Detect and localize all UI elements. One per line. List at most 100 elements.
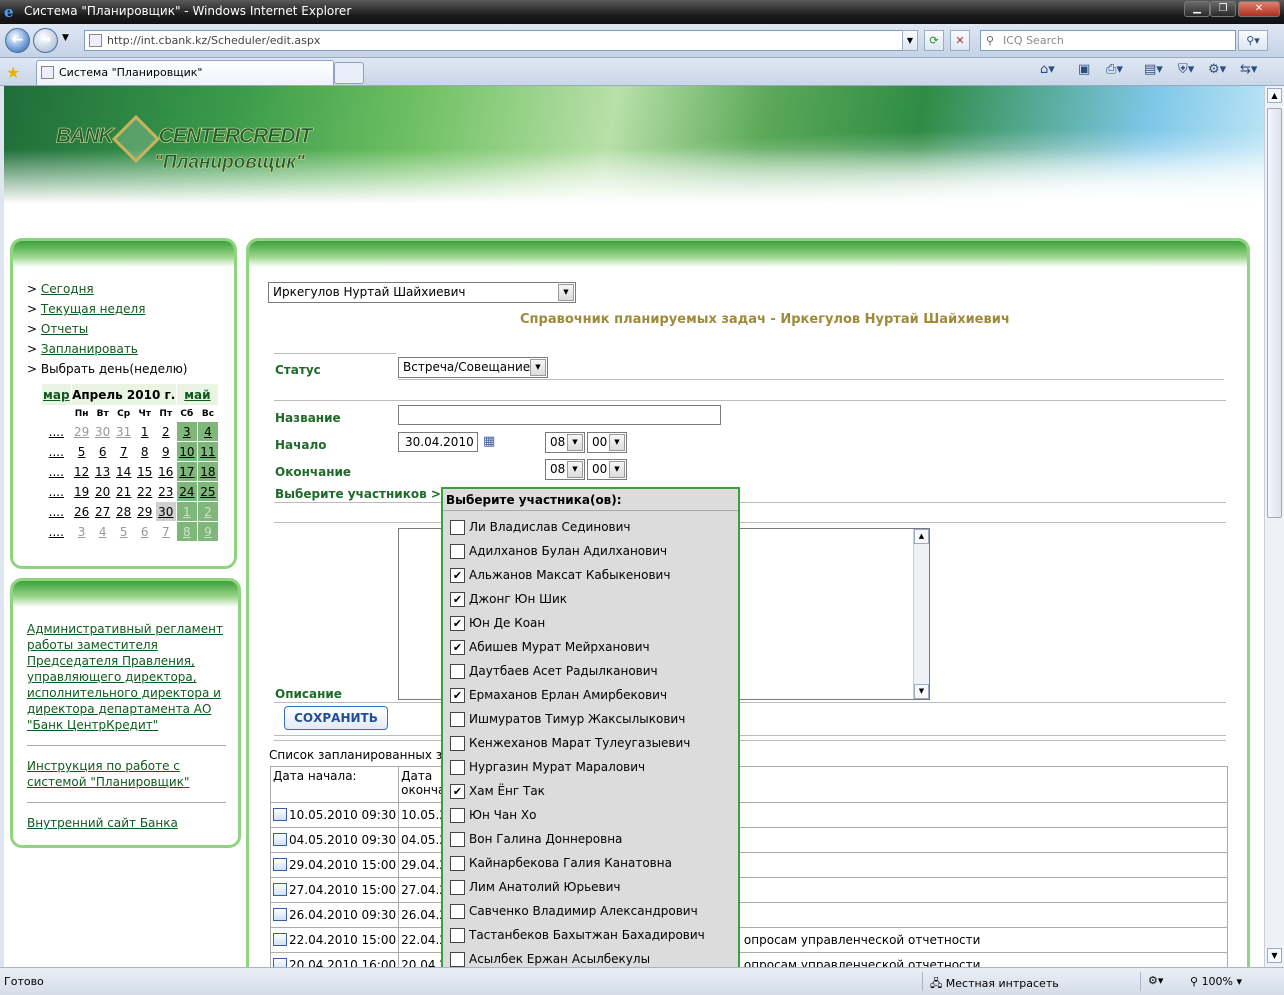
calendar-day[interactable]: 7	[112, 441, 135, 462]
calendar-icon[interactable]: ▦	[483, 434, 495, 449]
calendar-day[interactable]: 29	[70, 421, 93, 442]
calendar-day[interactable]: 9	[196, 521, 220, 542]
participant-item[interactable]: Асылбек Ержан Асылбекулы	[443, 947, 738, 967]
history-dropdown-icon[interactable]: ▼	[62, 33, 69, 43]
calendar-day[interactable]: 24	[175, 481, 198, 502]
participant-checkbox[interactable]: ✔	[450, 688, 465, 703]
participant-item[interactable]: ✔ Абишев Мурат Мейрханович	[443, 635, 738, 659]
calendar-week-link[interactable]: ....	[41, 521, 72, 542]
calendar-day[interactable]: 4	[91, 521, 114, 542]
refresh-icon[interactable]: ⟳	[924, 30, 944, 51]
edit-icon[interactable]	[273, 933, 287, 946]
edit-icon[interactable]	[273, 908, 287, 921]
participant-item[interactable]: ✔ Хам Ёнг Так	[443, 779, 738, 803]
participant-checkbox[interactable]: ✔	[450, 784, 465, 799]
calendar-day[interactable]: 10	[175, 441, 198, 462]
participant-checkbox[interactable]	[450, 952, 465, 967]
calendar-week-link[interactable]: ....	[41, 481, 72, 502]
participant-item[interactable]: Юн Чан Хо	[443, 803, 738, 827]
page-menu-icon[interactable]: ▤▾	[1144, 62, 1163, 82]
page-scrollbar[interactable]: ▲ ▼	[1264, 86, 1284, 967]
participant-checkbox[interactable]: ✔	[450, 640, 465, 655]
scroll-down-icon[interactable]: ▼	[1267, 948, 1282, 963]
nav-link-plan[interactable]: Запланировать	[41, 342, 138, 356]
participant-item[interactable]: Кенжеханов Марат Тулеугазыевич	[443, 731, 738, 755]
search-input[interactable]: ⚲ ICQ Search	[980, 30, 1236, 51]
new-tab-button[interactable]	[334, 62, 364, 84]
maximize-button[interactable]: ❐	[1210, 1, 1236, 17]
scroll-up-icon[interactable]: ▲	[914, 529, 929, 544]
start-hour-select[interactable]: 08 ▼	[545, 432, 585, 453]
calendar-day[interactable]: 2	[196, 501, 220, 522]
calendar-day[interactable]: 23	[154, 481, 177, 502]
participant-checkbox[interactable]	[450, 832, 465, 847]
calendar-day[interactable]: 8	[175, 521, 198, 542]
scroll-down-icon[interactable]: ▼	[914, 684, 929, 699]
save-button[interactable]: СОХРАНИТЬ	[284, 706, 388, 730]
link-instruction[interactable]: Инструкция по работе с системой "Планиро…	[27, 758, 226, 790]
participant-item[interactable]: Нургазин Мурат Маралович	[443, 755, 738, 779]
favorites-star-icon[interactable]: ★	[6, 63, 20, 82]
calendar-day[interactable]: 25	[196, 481, 220, 502]
participant-checkbox[interactable]	[450, 664, 465, 679]
calendar-day[interactable]: 6	[133, 521, 156, 542]
participant-checkbox[interactable]	[450, 520, 465, 535]
calendar-day[interactable]: 16	[154, 461, 177, 482]
participant-checkbox[interactable]	[450, 712, 465, 727]
search-go-icon[interactable]: ⚲▾	[1238, 30, 1268, 51]
participants-toggle[interactable]: Выберите участников >>	[275, 487, 451, 501]
calendar-day[interactable]: 20	[91, 481, 114, 502]
calendar-week-link[interactable]: ....	[41, 461, 72, 482]
textarea-scrollbar[interactable]: ▲ ▼	[913, 529, 929, 699]
calendar-day[interactable]: 18	[196, 461, 220, 482]
participant-item[interactable]: Вон Галина Доннеровна	[443, 827, 738, 851]
participant-checkbox[interactable]: ✔	[450, 568, 465, 583]
calendar-day[interactable]: 9	[154, 441, 177, 462]
participant-checkbox[interactable]	[450, 856, 465, 871]
calendar-day[interactable]: 29	[133, 501, 156, 522]
status-select[interactable]: Встреча/Совещание ▼	[398, 357, 548, 378]
participant-item[interactable]: Адилханов Булан Адилханович	[443, 539, 738, 563]
tab-scheduler[interactable]: Система "Планировщик"	[36, 60, 334, 85]
edit-icon[interactable]	[273, 858, 287, 871]
calendar-week-link[interactable]: ....	[41, 501, 72, 522]
calendar-day[interactable]: 5	[112, 521, 135, 542]
calendar-week-link[interactable]: ....	[41, 421, 72, 442]
calendar-day[interactable]: 7	[154, 521, 177, 542]
start-date-input[interactable]: 30.04.2010	[398, 432, 478, 452]
zoom-control[interactable]: ⚲ 100% ▾	[1190, 975, 1242, 988]
edit-icon[interactable]	[273, 808, 287, 821]
calendar-day[interactable]: 3	[70, 521, 93, 542]
calendar-day[interactable]: 13	[91, 461, 114, 482]
calendar-day[interactable]: 30	[154, 501, 177, 522]
url-dropdown-button[interactable]: ▼	[902, 30, 918, 51]
calendar-day[interactable]: 1	[175, 501, 198, 522]
participant-item[interactable]: ✔ Джонг Юн Шик	[443, 587, 738, 611]
feeds-icon[interactable]: ▣	[1078, 62, 1090, 82]
end-minute-select[interactable]: 00 ▼	[587, 459, 627, 480]
calendar-day[interactable]: 28	[112, 501, 135, 522]
calendar-day[interactable]: 19	[70, 481, 93, 502]
participant-item[interactable]: Ишмуратов Тимур Жаксылыкович	[443, 707, 738, 731]
home-icon[interactable]: ⌂▾	[1040, 62, 1055, 82]
start-minute-select[interactable]: 00 ▼	[587, 432, 627, 453]
end-hour-select[interactable]: 08 ▼	[545, 459, 585, 480]
participant-item[interactable]: ✔ Альжанов Максат Кабыкенович	[443, 563, 738, 587]
calendar-week-link[interactable]: ....	[41, 441, 72, 462]
participant-item[interactable]: Даутбаев Асет Радылканович	[443, 659, 738, 683]
user-select[interactable]: Иркегулов Нуртай Шайхиевич ▼	[268, 282, 576, 303]
calendar-day[interactable]: 15	[133, 461, 156, 482]
participant-item[interactable]: ✔ Ермаханов Ерлан Амирбекович	[443, 683, 738, 707]
participant-checkbox[interactable]: ✔	[450, 592, 465, 607]
close-window-button[interactable]: ✕	[1238, 1, 1280, 17]
participant-checkbox[interactable]	[450, 880, 465, 895]
calendar-day[interactable]: 2	[154, 421, 177, 442]
calendar-day[interactable]: 17	[175, 461, 198, 482]
participant-item[interactable]: Савченко Владимир Александрович	[443, 899, 738, 923]
calendar-day[interactable]: 4	[196, 421, 220, 442]
calendar-day[interactable]: 14	[112, 461, 135, 482]
scroll-thumb[interactable]	[1267, 108, 1282, 518]
calendar-day[interactable]: 27	[91, 501, 114, 522]
participant-checkbox[interactable]	[450, 760, 465, 775]
calendar-next-month[interactable]: май	[184, 388, 210, 402]
